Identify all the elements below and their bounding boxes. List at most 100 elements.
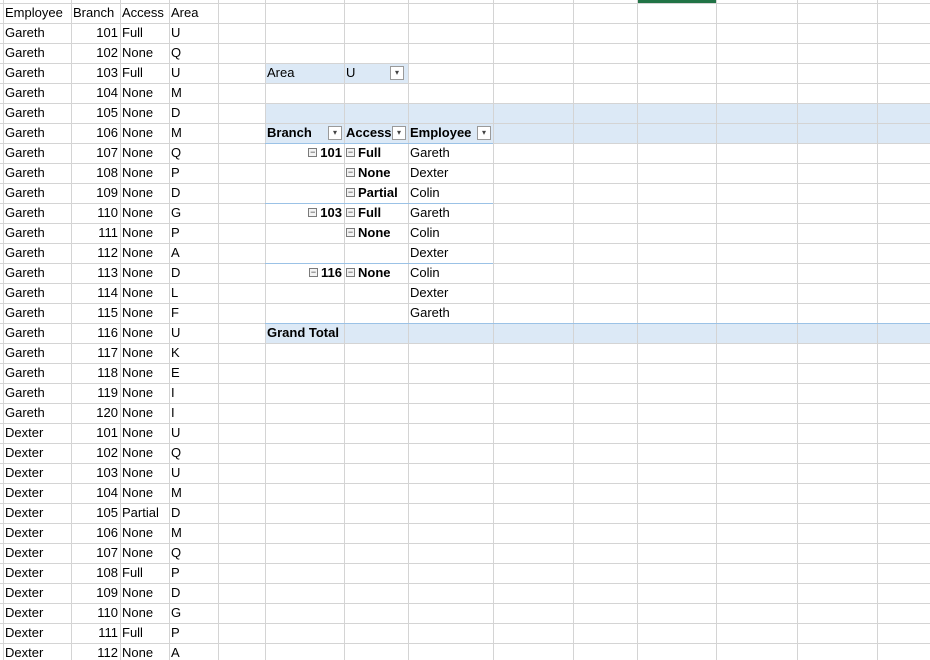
pivot-access-cell[interactable]: − None [344,223,408,243]
access-cell[interactable]: None [120,163,169,183]
area-cell[interactable]: D [169,503,218,523]
employee-cell[interactable]: Dexter [3,623,71,643]
branch-cell[interactable]: 104 [71,83,120,103]
employee-cell[interactable]: Gareth [3,43,71,63]
branch-cell[interactable]: 101 [71,23,120,43]
area-cell[interactable]: M [169,123,218,143]
branch-header[interactable]: Branch [71,3,120,23]
branch-cell[interactable]: 118 [71,363,120,383]
branch-cell[interactable]: 115 [71,303,120,323]
area-cell[interactable]: G [169,203,218,223]
branch-dropdown-icon[interactable]: ▾ [328,126,342,140]
collapse-icon[interactable]: − [309,268,319,278]
branch-cell[interactable]: 112 [71,243,120,263]
branch-cell[interactable]: 119 [71,383,120,403]
area-cell[interactable]: Q [169,443,218,463]
access-cell[interactable]: None [120,243,169,263]
access-cell[interactable]: None [120,43,169,63]
employee-cell[interactable]: Gareth [3,243,71,263]
access-cell[interactable]: None [120,543,169,563]
employee-cell[interactable]: Dexter [3,503,71,523]
area-cell[interactable]: D [169,183,218,203]
employee-cell[interactable]: Gareth [3,103,71,123]
employee-cell[interactable]: Dexter [3,523,71,543]
collapse-icon[interactable]: − [346,168,355,178]
access-cell[interactable]: None [120,383,169,403]
employee-cell[interactable]: Gareth [3,223,71,243]
branch-cell[interactable]: 117 [71,343,120,363]
pivot-employee-cell[interactable]: Colin [408,183,493,203]
area-cell[interactable]: P [169,623,218,643]
access-cell[interactable]: Partial [120,503,169,523]
area-cell[interactable]: U [169,23,218,43]
area-cell[interactable]: D [169,263,218,283]
branch-cell[interactable]: 109 [71,583,120,603]
pivot-branch-cell[interactable]: −103 [265,203,344,223]
access-cell[interactable]: None [120,603,169,623]
area-cell[interactable]: A [169,243,218,263]
employee-cell[interactable]: Gareth [3,183,71,203]
employee-cell[interactable]: Gareth [3,263,71,283]
access-cell[interactable]: None [120,483,169,503]
area-cell[interactable]: A [169,643,218,660]
branch-cell[interactable]: 102 [71,43,120,63]
employee-cell[interactable]: Dexter [3,583,71,603]
employee-cell[interactable]: Gareth [3,63,71,83]
employee-cell[interactable]: Dexter [3,483,71,503]
area-cell[interactable]: Q [169,43,218,63]
pivot-employee-cell[interactable]: Dexter [408,243,493,263]
employee-cell[interactable]: Gareth [3,143,71,163]
branch-cell[interactable]: 111 [71,223,120,243]
access-cell[interactable]: None [120,343,169,363]
area-cell[interactable]: L [169,283,218,303]
pivot-branch-cell[interactable]: −101 [265,143,344,163]
area-cell[interactable]: U [169,323,218,343]
branch-cell[interactable]: 106 [71,523,120,543]
employee-cell[interactable]: Gareth [3,403,71,423]
employee-cell[interactable]: Gareth [3,363,71,383]
employee-header[interactable]: Employee [3,3,71,23]
pivot-employee-cell[interactable]: Gareth [408,303,493,323]
employee-cell[interactable]: Gareth [3,123,71,143]
access-cell[interactable]: Full [120,623,169,643]
branch-cell[interactable]: 112 [71,643,120,660]
branch-cell[interactable]: 103 [71,63,120,83]
area-header[interactable]: Area [169,3,218,23]
pivot-access-cell[interactable]: − None [344,263,408,283]
branch-cell[interactable]: 110 [71,203,120,223]
access-cell[interactable]: None [120,223,169,243]
area-cell[interactable]: D [169,103,218,123]
access-cell[interactable]: None [120,323,169,343]
branch-cell[interactable]: 111 [71,623,120,643]
access-cell[interactable]: None [120,283,169,303]
branch-cell[interactable]: 108 [71,163,120,183]
collapse-icon[interactable]: − [308,208,318,218]
access-cell[interactable]: None [120,303,169,323]
area-cell[interactable]: G [169,603,218,623]
branch-cell[interactable]: 113 [71,263,120,283]
area-cell[interactable]: M [169,83,218,103]
employee-cell[interactable]: Dexter [3,643,71,660]
employee-dropdown-icon[interactable]: ▾ [477,126,491,140]
employee-cell[interactable]: Gareth [3,323,71,343]
employee-cell[interactable]: Gareth [3,163,71,183]
access-cell[interactable]: None [120,463,169,483]
employee-cell[interactable]: Dexter [3,543,71,563]
collapse-icon[interactable]: − [346,148,355,158]
area-cell[interactable]: U [169,63,218,83]
collapse-icon[interactable]: − [308,148,318,158]
employee-cell[interactable]: Gareth [3,203,71,223]
employee-cell[interactable]: Gareth [3,283,71,303]
access-cell[interactable]: None [120,143,169,163]
area-cell[interactable]: I [169,383,218,403]
collapse-icon[interactable]: − [346,188,355,198]
branch-cell[interactable]: 114 [71,283,120,303]
pivot-employee-cell[interactable]: Dexter [408,283,493,303]
area-cell[interactable]: M [169,523,218,543]
employee-cell[interactable]: Gareth [3,23,71,43]
employee-cell[interactable]: Gareth [3,303,71,323]
area-cell[interactable]: P [169,223,218,243]
employee-cell[interactable]: Dexter [3,463,71,483]
branch-cell[interactable]: 106 [71,123,120,143]
access-cell[interactable]: None [120,83,169,103]
